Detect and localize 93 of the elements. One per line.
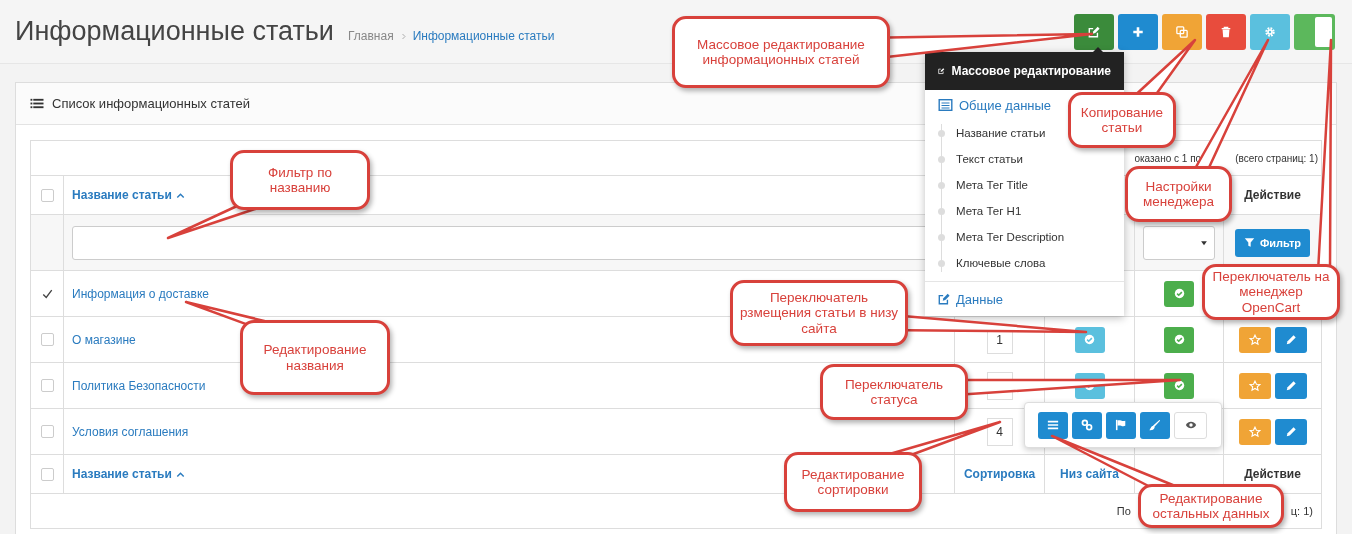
star-button[interactable] (1238, 418, 1271, 445)
sort-column-link[interactable]: Название статьи (72, 467, 185, 481)
breadcrumb-link[interactable]: Информационные статьи (412, 29, 555, 43)
checkbox[interactable] (40, 425, 54, 438)
add-button[interactable] (1118, 13, 1158, 50)
article-link[interactable]: Политика Безопасности (72, 378, 206, 393)
list-card-icon (938, 98, 953, 112)
toggle-switch[interactable] (1294, 13, 1335, 50)
sort-column-link[interactable]: Низ сайта (1060, 467, 1119, 481)
brush-icon (1149, 419, 1161, 431)
callout: Переключатель рзмещения статьи в низу сайта (730, 280, 908, 346)
status-select[interactable] (1143, 225, 1215, 260)
checkbox[interactable] (40, 467, 54, 481)
check-circle-icon (1173, 288, 1185, 299)
eye-icon (1184, 419, 1197, 431)
star-icon (1248, 379, 1261, 392)
pagination-text: (всего страниц: 1) (1235, 152, 1318, 164)
pagination-text: По (1116, 505, 1131, 517)
checkbox[interactable] (40, 333, 54, 346)
status-toggle[interactable] (1164, 280, 1194, 307)
edit-button[interactable] (1274, 372, 1307, 399)
delete-button[interactable] (1206, 13, 1246, 50)
breadcrumb-link[interactable]: Главная (347, 29, 394, 43)
callout: Переключатель статуса (820, 364, 968, 420)
settings-button[interactable] (1250, 13, 1290, 50)
filter-button[interactable]: Фильтр (1234, 228, 1310, 257)
menu-section-link[interactable]: Данные (925, 284, 1016, 314)
status-toggle[interactable] (1164, 326, 1194, 353)
caret-down-icon (1200, 238, 1208, 247)
edit-button[interactable] (1274, 418, 1307, 445)
pagination-text: ц: 1) (1290, 505, 1313, 517)
callout: Настройки менеджера (1125, 166, 1232, 222)
check-circle-icon (1084, 334, 1095, 345)
star-icon (1248, 333, 1261, 346)
edit-icon (1088, 25, 1100, 38)
pencil-icon (1284, 379, 1297, 392)
star-icon (1248, 425, 1261, 438)
sort-column-link[interactable]: Сортировка (963, 467, 1036, 481)
copy-button[interactable] (1162, 13, 1202, 50)
page-title: Информационные статьи (15, 16, 334, 47)
view-button[interactable] (1174, 411, 1207, 439)
list-icon (30, 97, 44, 110)
menu-button[interactable] (1038, 411, 1068, 439)
callout: Массовое редактирование информационных статей (672, 16, 890, 88)
edit-button[interactable] (1074, 13, 1114, 50)
menu-item[interactable]: Ключевые слова (925, 250, 1046, 276)
callout: Фильтр по названию (230, 150, 370, 210)
menu-item[interactable]: Название статьи (925, 120, 1046, 146)
star-button[interactable] (1238, 372, 1271, 399)
callout: Редактирование сортировки (784, 452, 922, 512)
link-button[interactable] (1072, 411, 1102, 439)
sort-column-link[interactable]: Название статьи (72, 188, 185, 202)
checkbox[interactable] (40, 287, 54, 300)
site-bottom-toggle[interactable] (1074, 326, 1105, 353)
menu-section-link[interactable]: Общие данные (925, 90, 1065, 120)
column-header: Действие (1244, 188, 1301, 202)
article-link[interactable]: Условия соглашения (72, 424, 189, 439)
menu-item[interactable]: Мета Тег Title (925, 172, 1028, 198)
pencil-icon (1284, 333, 1297, 346)
column-header: Действие (1244, 467, 1301, 481)
callout: Переключатель на менеджер OpenCart (1202, 264, 1340, 320)
flag-icon (1115, 419, 1127, 431)
trash-icon (1220, 25, 1232, 38)
star-button[interactable] (1238, 326, 1271, 353)
article-link[interactable]: О магазине (72, 332, 136, 347)
callout: Копирование статьи (1068, 92, 1176, 148)
panel-title: Список информационных статей (52, 96, 250, 111)
plus-icon (1132, 25, 1144, 38)
chevron-up-icon (175, 469, 185, 479)
link-icon (1081, 419, 1093, 431)
pencil-icon (1284, 425, 1297, 438)
settings-icon (1264, 25, 1276, 38)
flag-button[interactable] (1106, 411, 1136, 439)
menu-title: Массовое редактирование (951, 64, 1111, 78)
chevron-up-icon (175, 190, 185, 200)
edit-icon (938, 65, 945, 77)
filter-icon (1243, 237, 1255, 248)
brush-button[interactable] (1140, 411, 1170, 439)
callout: Редактирование остальных данных (1138, 484, 1284, 528)
sort-field[interactable]: 4 (986, 417, 1013, 446)
article-link[interactable]: Информация о доставке (72, 286, 209, 301)
check-circle-icon (1173, 334, 1185, 345)
chevron-right-icon (399, 32, 407, 40)
edit-icon (938, 293, 950, 305)
menu-item[interactable]: Текст статьи (925, 146, 1023, 172)
menu-item[interactable]: Мета Тег Description (925, 224, 1065, 250)
menu-item[interactable]: Мета Тег H1 (925, 198, 1022, 224)
checkbox[interactable] (40, 188, 54, 202)
menu-icon (1047, 419, 1059, 431)
checkbox[interactable] (40, 379, 54, 392)
copy-icon (1176, 25, 1188, 38)
status-toggle[interactable] (1164, 372, 1194, 399)
edit-button[interactable] (1274, 326, 1307, 353)
